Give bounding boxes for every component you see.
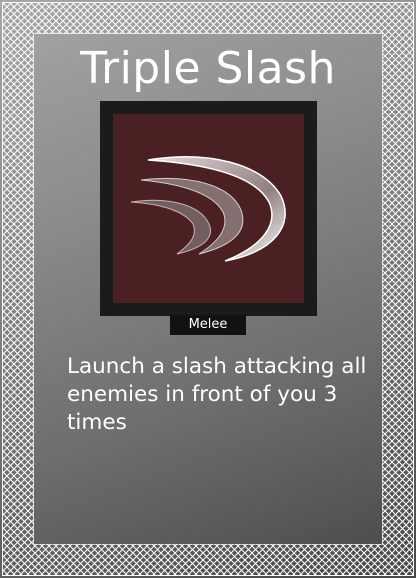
card-art [113,114,304,303]
type-badge: Melee [170,315,246,335]
card-description: Launch a slash attacking all enemies in … [67,354,367,435]
ability-card[interactable]: Triple Slash Melee Launch a slash attack… [0,0,416,578]
card-title: Triple Slash [80,43,336,94]
card-art-frame [100,101,317,316]
triple-slash-icon [130,156,286,262]
